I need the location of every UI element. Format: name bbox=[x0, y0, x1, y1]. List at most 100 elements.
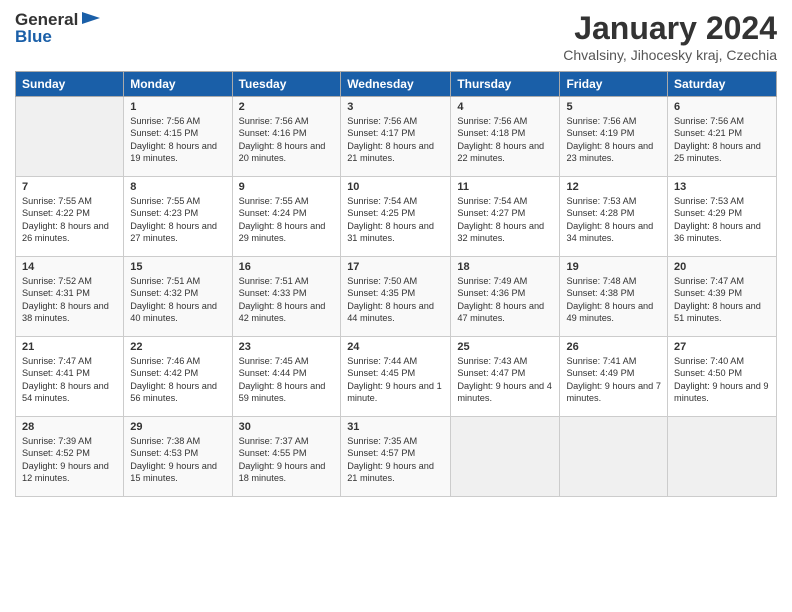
day-number: 24 bbox=[347, 341, 444, 353]
day-detail: Sunrise: 7:37 AM Sunset: 4:55 PM Dayligh… bbox=[239, 435, 335, 485]
daylight-hours: Daylight: 9 hours and 18 minutes. bbox=[239, 461, 326, 483]
sunrise-time: Sunrise: 7:56 AM bbox=[239, 116, 309, 126]
sunset-time: Sunset: 4:57 PM bbox=[347, 448, 415, 458]
day-number: 8 bbox=[130, 181, 225, 193]
daylight-hours: Daylight: 8 hours and 27 minutes. bbox=[130, 221, 217, 243]
calendar-week-1: 1 Sunrise: 7:56 AM Sunset: 4:15 PM Dayli… bbox=[16, 97, 777, 177]
daylight-hours: Daylight: 8 hours and 51 minutes. bbox=[674, 301, 761, 323]
day-number: 4 bbox=[457, 101, 553, 113]
daylight-hours: Daylight: 8 hours and 38 minutes. bbox=[22, 301, 109, 323]
sunrise-time: Sunrise: 7:51 AM bbox=[239, 276, 309, 286]
daylight-hours: Daylight: 8 hours and 25 minutes. bbox=[674, 141, 761, 163]
day-detail: Sunrise: 7:40 AM Sunset: 4:50 PM Dayligh… bbox=[674, 355, 770, 405]
calendar-cell: 20 Sunrise: 7:47 AM Sunset: 4:39 PM Dayl… bbox=[668, 257, 777, 337]
day-number: 15 bbox=[130, 261, 225, 273]
sunset-time: Sunset: 4:53 PM bbox=[130, 448, 198, 458]
calendar-cell: 12 Sunrise: 7:53 AM Sunset: 4:28 PM Dayl… bbox=[560, 177, 668, 257]
sunset-time: Sunset: 4:31 PM bbox=[22, 288, 90, 298]
calendar-cell: 9 Sunrise: 7:55 AM Sunset: 4:24 PM Dayli… bbox=[232, 177, 341, 257]
sunset-time: Sunset: 4:25 PM bbox=[347, 208, 415, 218]
day-number: 26 bbox=[566, 341, 661, 353]
day-number: 12 bbox=[566, 181, 661, 193]
calendar-cell: 26 Sunrise: 7:41 AM Sunset: 4:49 PM Dayl… bbox=[560, 337, 668, 417]
logo: General Blue bbox=[15, 10, 102, 47]
calendar-cell: 29 Sunrise: 7:38 AM Sunset: 4:53 PM Dayl… bbox=[124, 417, 232, 497]
daylight-hours: Daylight: 8 hours and 59 minutes. bbox=[239, 381, 326, 403]
sunrise-time: Sunrise: 7:56 AM bbox=[130, 116, 200, 126]
daylight-hours: Daylight: 9 hours and 15 minutes. bbox=[130, 461, 217, 483]
daylight-hours: Daylight: 8 hours and 42 minutes. bbox=[239, 301, 326, 323]
day-detail: Sunrise: 7:47 AM Sunset: 4:39 PM Dayligh… bbox=[674, 275, 770, 325]
day-detail: Sunrise: 7:55 AM Sunset: 4:22 PM Dayligh… bbox=[22, 195, 117, 245]
daylight-hours: Daylight: 9 hours and 7 minutes. bbox=[566, 381, 661, 403]
header: General Blue January 2024 Chvalsiny, Jih… bbox=[15, 10, 777, 63]
calendar-cell: 19 Sunrise: 7:48 AM Sunset: 4:38 PM Dayl… bbox=[560, 257, 668, 337]
calendar-cell: 4 Sunrise: 7:56 AM Sunset: 4:18 PM Dayli… bbox=[451, 97, 560, 177]
day-number: 29 bbox=[130, 421, 225, 433]
sunset-time: Sunset: 4:28 PM bbox=[566, 208, 634, 218]
day-number: 17 bbox=[347, 261, 444, 273]
day-number: 10 bbox=[347, 181, 444, 193]
sunset-time: Sunset: 4:15 PM bbox=[130, 128, 198, 138]
calendar-cell: 31 Sunrise: 7:35 AM Sunset: 4:57 PM Dayl… bbox=[341, 417, 451, 497]
sunset-time: Sunset: 4:24 PM bbox=[239, 208, 307, 218]
day-number: 25 bbox=[457, 341, 553, 353]
day-detail: Sunrise: 7:46 AM Sunset: 4:42 PM Dayligh… bbox=[130, 355, 225, 405]
sunset-time: Sunset: 4:33 PM bbox=[239, 288, 307, 298]
day-detail: Sunrise: 7:55 AM Sunset: 4:24 PM Dayligh… bbox=[239, 195, 335, 245]
calendar-header: Sunday Monday Tuesday Wednesday Thursday… bbox=[16, 72, 777, 97]
daylight-hours: Daylight: 8 hours and 47 minutes. bbox=[457, 301, 544, 323]
sunrise-time: Sunrise: 7:55 AM bbox=[239, 196, 309, 206]
day-detail: Sunrise: 7:45 AM Sunset: 4:44 PM Dayligh… bbox=[239, 355, 335, 405]
sunset-time: Sunset: 4:17 PM bbox=[347, 128, 415, 138]
calendar-week-3: 14 Sunrise: 7:52 AM Sunset: 4:31 PM Dayl… bbox=[16, 257, 777, 337]
daylight-hours: Daylight: 8 hours and 36 minutes. bbox=[674, 221, 761, 243]
calendar-cell: 13 Sunrise: 7:53 AM Sunset: 4:29 PM Dayl… bbox=[668, 177, 777, 257]
sunset-time: Sunset: 4:38 PM bbox=[566, 288, 634, 298]
sunset-time: Sunset: 4:36 PM bbox=[457, 288, 525, 298]
calendar-cell: 5 Sunrise: 7:56 AM Sunset: 4:19 PM Dayli… bbox=[560, 97, 668, 177]
day-number: 14 bbox=[22, 261, 117, 273]
calendar-cell bbox=[451, 417, 560, 497]
calendar-cell: 14 Sunrise: 7:52 AM Sunset: 4:31 PM Dayl… bbox=[16, 257, 124, 337]
sunrise-time: Sunrise: 7:56 AM bbox=[457, 116, 527, 126]
sunset-time: Sunset: 4:27 PM bbox=[457, 208, 525, 218]
day-number: 13 bbox=[674, 181, 770, 193]
calendar-cell: 15 Sunrise: 7:51 AM Sunset: 4:32 PM Dayl… bbox=[124, 257, 232, 337]
sunrise-time: Sunrise: 7:39 AM bbox=[22, 436, 92, 446]
sunrise-time: Sunrise: 7:49 AM bbox=[457, 276, 527, 286]
calendar-cell: 30 Sunrise: 7:37 AM Sunset: 4:55 PM Dayl… bbox=[232, 417, 341, 497]
day-number: 27 bbox=[674, 341, 770, 353]
month-title: January 2024 bbox=[563, 10, 777, 47]
daylight-hours: Daylight: 8 hours and 29 minutes. bbox=[239, 221, 326, 243]
sunset-time: Sunset: 4:35 PM bbox=[347, 288, 415, 298]
sunrise-time: Sunrise: 7:38 AM bbox=[130, 436, 200, 446]
day-number: 23 bbox=[239, 341, 335, 353]
sunrise-time: Sunrise: 7:37 AM bbox=[239, 436, 309, 446]
daylight-hours: Daylight: 8 hours and 20 minutes. bbox=[239, 141, 326, 163]
sunset-time: Sunset: 4:39 PM bbox=[674, 288, 742, 298]
sunset-time: Sunset: 4:41 PM bbox=[22, 368, 90, 378]
sunrise-time: Sunrise: 7:46 AM bbox=[130, 356, 200, 366]
daylight-hours: Daylight: 8 hours and 32 minutes. bbox=[457, 221, 544, 243]
sunrise-time: Sunrise: 7:53 AM bbox=[674, 196, 744, 206]
sunrise-time: Sunrise: 7:56 AM bbox=[674, 116, 744, 126]
daylight-hours: Daylight: 9 hours and 1 minute. bbox=[347, 381, 442, 403]
day-detail: Sunrise: 7:35 AM Sunset: 4:57 PM Dayligh… bbox=[347, 435, 444, 485]
subtitle: Chvalsiny, Jihocesky kraj, Czechia bbox=[563, 47, 777, 63]
calendar-cell: 1 Sunrise: 7:56 AM Sunset: 4:15 PM Dayli… bbox=[124, 97, 232, 177]
header-wednesday: Wednesday bbox=[341, 72, 451, 97]
page-container: General Blue January 2024 Chvalsiny, Jih… bbox=[0, 0, 792, 507]
day-detail: Sunrise: 7:54 AM Sunset: 4:25 PM Dayligh… bbox=[347, 195, 444, 245]
day-number: 6 bbox=[674, 101, 770, 113]
daylight-hours: Daylight: 8 hours and 40 minutes. bbox=[130, 301, 217, 323]
day-number: 30 bbox=[239, 421, 335, 433]
sunrise-time: Sunrise: 7:56 AM bbox=[566, 116, 636, 126]
day-detail: Sunrise: 7:44 AM Sunset: 4:45 PM Dayligh… bbox=[347, 355, 444, 405]
calendar-cell bbox=[668, 417, 777, 497]
day-number: 3 bbox=[347, 101, 444, 113]
day-detail: Sunrise: 7:52 AM Sunset: 4:31 PM Dayligh… bbox=[22, 275, 117, 325]
day-number: 5 bbox=[566, 101, 661, 113]
day-detail: Sunrise: 7:53 AM Sunset: 4:29 PM Dayligh… bbox=[674, 195, 770, 245]
day-detail: Sunrise: 7:47 AM Sunset: 4:41 PM Dayligh… bbox=[22, 355, 117, 405]
